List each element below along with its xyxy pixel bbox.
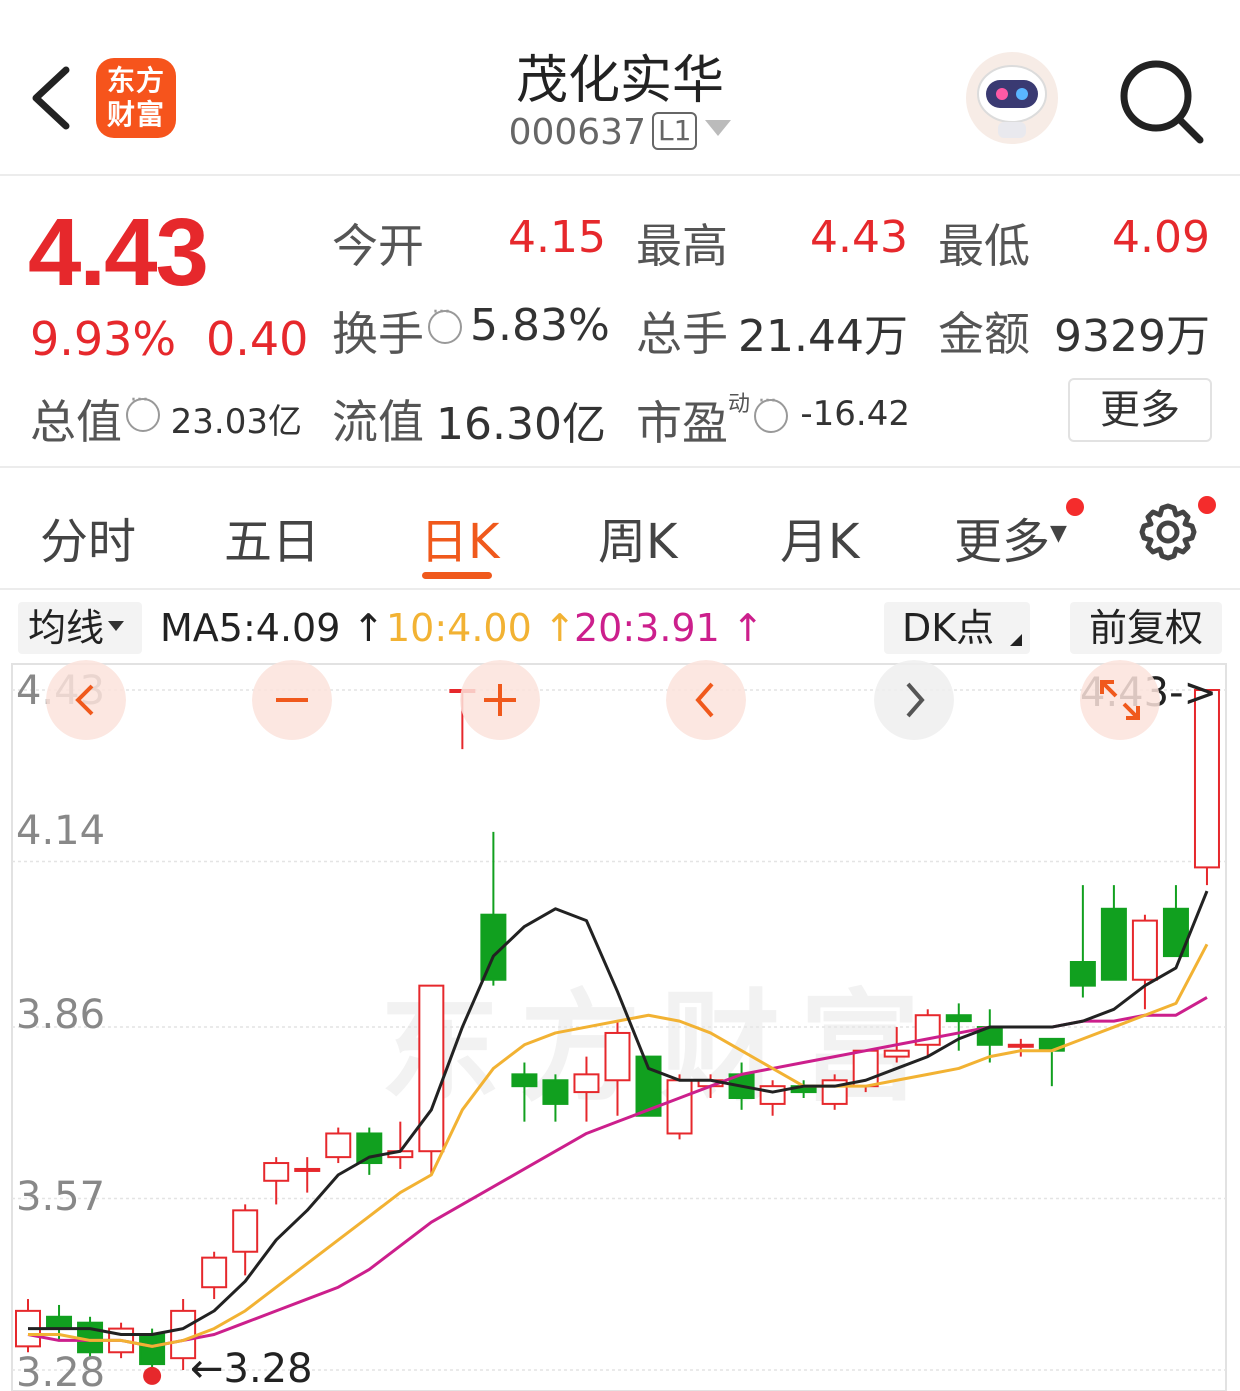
expand-fullscreen-icon[interactable] [1080, 660, 1160, 740]
high-label: 最高 [636, 219, 728, 273]
volume-label: 总手 [636, 307, 728, 361]
candle-up [573, 1073, 600, 1094]
candle-down [46, 1315, 73, 1330]
low-marker-label: ←3.28 [190, 1346, 313, 1391]
kline-chart[interactable]: 东方财富 4.43 4.14 3.86 3.57 3.28 4.43-> ←3.… [0, 660, 1240, 1391]
moving-average-bar: 均线 MA5:4.09 ↑ 10:4.00 ↑ 20:3.91 ↑ DK点 前复… [0, 598, 1240, 660]
chevron-right-icon[interactable] [874, 660, 954, 740]
turnover-label: 换手 [332, 298, 462, 364]
candle-down [1069, 961, 1096, 987]
indicator-select-label: 均线 [28, 606, 105, 650]
low-value: 4.09 [1112, 212, 1210, 263]
more-notification-dot [1066, 498, 1084, 516]
candle-down [542, 1079, 569, 1105]
candle-down [511, 1073, 538, 1088]
y-tick-label: 3.86 [16, 992, 106, 1038]
high-value: 4.43 [810, 212, 908, 263]
dropdown-caret-icon [705, 120, 732, 136]
kline-svg [11, 663, 1227, 1391]
tab-weekly-k[interactable]: 周K [598, 502, 677, 572]
candle-up [759, 1085, 786, 1105]
turnover-label-text: 换手 [332, 307, 424, 361]
level-badge: L1 [652, 112, 698, 150]
tab-more-label: 更多 [954, 514, 1051, 570]
candle-up [263, 1162, 290, 1182]
candle-down [945, 1014, 972, 1023]
chevron-left-icon[interactable] [666, 660, 746, 740]
ma5-value: MA5:4.09 ↑ [160, 606, 385, 650]
ma10-value: 10:4.00 ↑ [386, 606, 576, 650]
low-marker-dot [143, 1366, 162, 1385]
more-quote-button[interactable]: 更多 [1068, 378, 1212, 442]
dk-point-label: DK点 [902, 606, 995, 650]
market-cap-value: 23.03亿 [170, 402, 302, 442]
market-cap-label: 总值 [30, 386, 160, 452]
candle-up [666, 1079, 693, 1135]
y-tick-label: 4.14 [16, 808, 106, 854]
amount-value: 9329万 [1054, 311, 1210, 362]
candle-up [418, 984, 445, 1153]
select-caret-icon [108, 621, 125, 631]
tab-more-caret-icon: ▼ [1050, 521, 1067, 546]
candle-up [201, 1256, 228, 1289]
market-cap-label-text: 总值 [30, 395, 122, 449]
change-amount: 0.40 [206, 312, 309, 366]
candle-down [139, 1333, 166, 1366]
dk-corner-icon [1010, 634, 1022, 646]
amount-label: 金额 [938, 307, 1030, 361]
candle-up [325, 1132, 352, 1159]
open-value: 4.15 [508, 212, 606, 263]
candle-up [604, 1031, 631, 1082]
low-label: 最低 [938, 219, 1030, 273]
pe-superscript: 动 [728, 392, 751, 417]
candle-up [232, 1209, 259, 1253]
adjust-button[interactable]: 前复权 [1070, 602, 1222, 654]
dk-point-button[interactable]: DK点 [884, 602, 1030, 654]
candle-down [1100, 907, 1127, 981]
stock-code: 000637 [508, 112, 646, 153]
scroll-left-end-icon[interactable] [46, 660, 126, 740]
zoom-in-icon[interactable] [460, 660, 540, 740]
candle-up [294, 1167, 321, 1172]
candle-up [1007, 1043, 1034, 1048]
top-nav-bar: 东方 财富 茂化实华 000637 L1 [0, 0, 1240, 176]
pe-label-text: 市盈 [636, 396, 728, 450]
tab-daily-k[interactable]: 日K [420, 502, 499, 572]
y-tick-label: 3.57 [16, 1174, 106, 1220]
turnover-value: 5.83% [470, 300, 610, 351]
candle-up [1193, 689, 1220, 869]
tab-five-day[interactable]: 五日 [224, 502, 320, 572]
search-icon[interactable] [1116, 56, 1206, 146]
change-percent: 9.93% [30, 312, 177, 366]
last-price: 4.43 [28, 199, 209, 306]
y-tick-label: 3.28 [16, 1350, 106, 1391]
assistant-robot-icon[interactable] [964, 50, 1060, 146]
pe-label: 市盈动 [636, 386, 789, 453]
pe-info-icon[interactable] [754, 389, 789, 433]
gear-icon[interactable] [1136, 500, 1200, 564]
turnover-info-icon[interactable] [428, 300, 462, 344]
tab-intraday[interactable]: 分时 [40, 502, 136, 572]
tab-more[interactable]: 更多▼ [954, 502, 1067, 572]
pe-value: -16.42 [800, 394, 910, 434]
candle-up [1131, 919, 1158, 981]
tab-monthly-k[interactable]: 月K [780, 502, 859, 572]
period-tabs: 分时 五日 日K 周K 月K 更多▼ [0, 470, 1240, 590]
candle-up [883, 1049, 910, 1058]
indicator-select[interactable]: 均线 [18, 602, 142, 654]
open-label: 今开 [332, 219, 424, 273]
active-tab-indicator [422, 572, 492, 579]
float-cap-value: 16.30亿 [436, 399, 606, 450]
zoom-out-icon[interactable] [252, 660, 332, 740]
ma20-value: 20:3.91 ↑ [574, 606, 764, 650]
float-cap-label: 流值 [332, 395, 424, 449]
quote-panel: 4.43 9.93% 0.40 今开 4.15 最高 4.43 最低 4.09 … [0, 178, 1240, 468]
market-cap-info-icon[interactable] [126, 388, 160, 432]
volume-value: 21.44万 [738, 311, 908, 362]
settings-notification-dot [1198, 496, 1216, 514]
